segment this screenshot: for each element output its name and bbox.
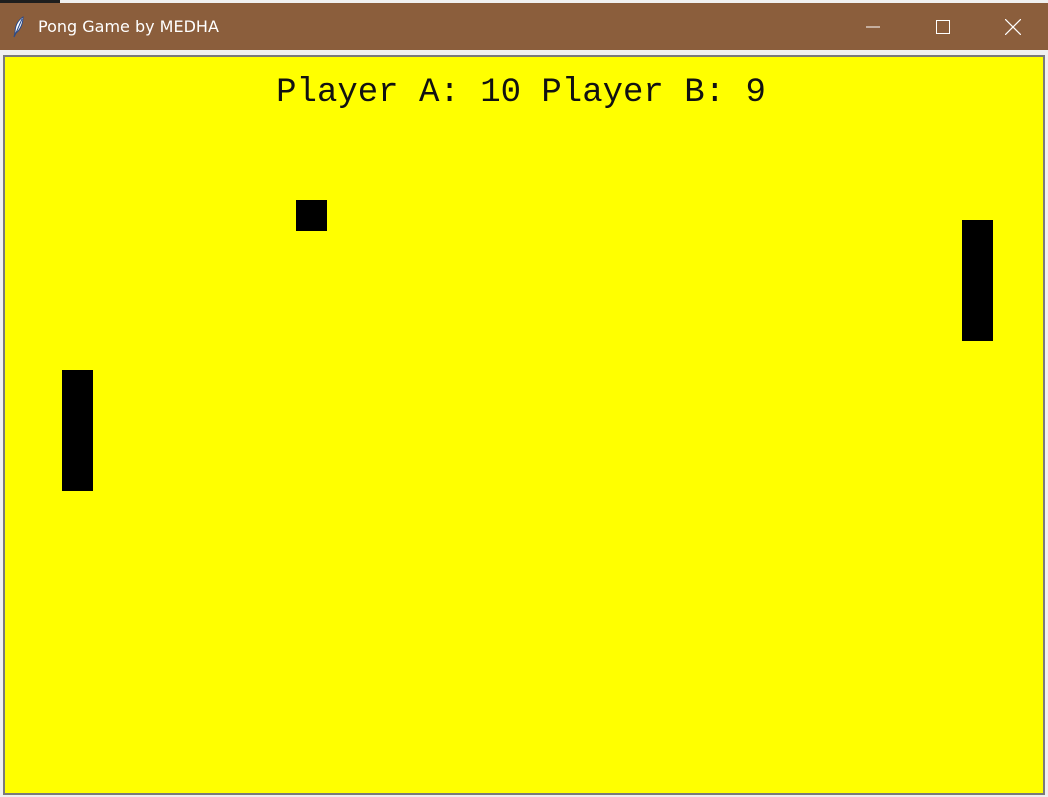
minimize-icon: [866, 26, 880, 27]
title-bar[interactable]: Pong Game by MEDHA: [0, 3, 1048, 50]
ball: [296, 200, 327, 231]
player-b-label: Player B:: [541, 74, 726, 112]
app-window: Pong Game by MEDHA Player A: 10 Player B…: [0, 0, 1048, 797]
close-icon: [1005, 18, 1021, 35]
maximize-icon: [936, 19, 950, 34]
window-controls: [838, 3, 1048, 50]
player-b-score: 9: [745, 74, 766, 112]
paddle-a: [62, 370, 93, 491]
paddle-b: [962, 220, 993, 341]
player-a-score: 10: [480, 74, 521, 112]
window-title: Pong Game by MEDHA: [38, 17, 219, 36]
close-button[interactable]: [978, 3, 1048, 50]
minimize-button[interactable]: [838, 3, 908, 50]
feather-icon: [12, 15, 26, 38]
player-a-label: Player A:: [276, 74, 460, 112]
maximize-button[interactable]: [908, 3, 978, 50]
game-canvas[interactable]: Player A: 10 Player B: 9: [3, 55, 1045, 795]
scoreboard: Player A: 10 Player B: 9: [5, 73, 1042, 113]
